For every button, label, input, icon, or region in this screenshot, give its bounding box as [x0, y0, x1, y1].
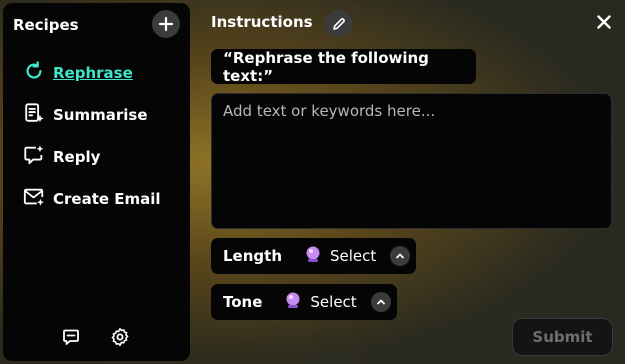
sidebar-item-rephrase[interactable]: Rephrase	[23, 60, 133, 86]
plus-icon	[158, 14, 174, 34]
sidebar-item-label: Rephrase	[53, 64, 133, 82]
sidebar-item-reply[interactable]: Reply	[23, 144, 100, 170]
length-label: Length	[223, 247, 282, 265]
tone-value: Select	[310, 293, 357, 311]
refresh-icon	[23, 60, 45, 86]
chat-sparkle-icon	[23, 144, 45, 170]
chevron-up-icon[interactable]	[370, 292, 391, 312]
tone-selector[interactable]: Tone Select	[211, 284, 397, 320]
sidebar-title: Recipes	[13, 16, 79, 34]
sidebar-item-summarise[interactable]: Summarise	[23, 102, 148, 128]
sidebar-item-label: Summarise	[53, 106, 148, 124]
prompt-text: “Rephrase the following text:”	[223, 48, 429, 85]
submit-button[interactable]: Submit	[512, 318, 613, 356]
mail-sparkle-icon	[23, 186, 45, 212]
feedback-button[interactable]	[59, 327, 83, 351]
document-sparkle-icon	[23, 102, 45, 128]
recipes-sidebar: Recipes Rephrase Summarise Reply Create …	[3, 3, 190, 361]
length-selector[interactable]: Length Select	[211, 238, 416, 274]
text-input-placeholder: Add text or keywords here...	[223, 102, 436, 120]
crystal-ball-icon	[284, 291, 302, 313]
tone-label: Tone	[223, 293, 263, 311]
settings-icon	[110, 327, 130, 351]
pencil-icon	[332, 14, 346, 34]
sidebar-item-label: Reply	[53, 148, 101, 166]
prompt-chip: “Rephrase the following text:”	[211, 48, 476, 85]
sidebar-item-label: Create Email	[53, 190, 161, 208]
close-button[interactable]	[592, 11, 616, 35]
text-input[interactable]: Add text or keywords here...	[211, 93, 612, 229]
length-value: Select	[330, 247, 377, 265]
add-recipe-button[interactable]	[152, 10, 180, 38]
settings-button[interactable]	[108, 327, 132, 351]
chevron-up-icon[interactable]	[390, 246, 411, 266]
sidebar-item-create-email[interactable]: Create Email	[23, 186, 161, 212]
close-icon	[597, 14, 611, 33]
feedback-icon	[62, 328, 80, 350]
instructions-title: Instructions	[211, 13, 313, 31]
crystal-ball-icon	[304, 245, 322, 267]
edit-instructions-button[interactable]	[325, 10, 352, 37]
